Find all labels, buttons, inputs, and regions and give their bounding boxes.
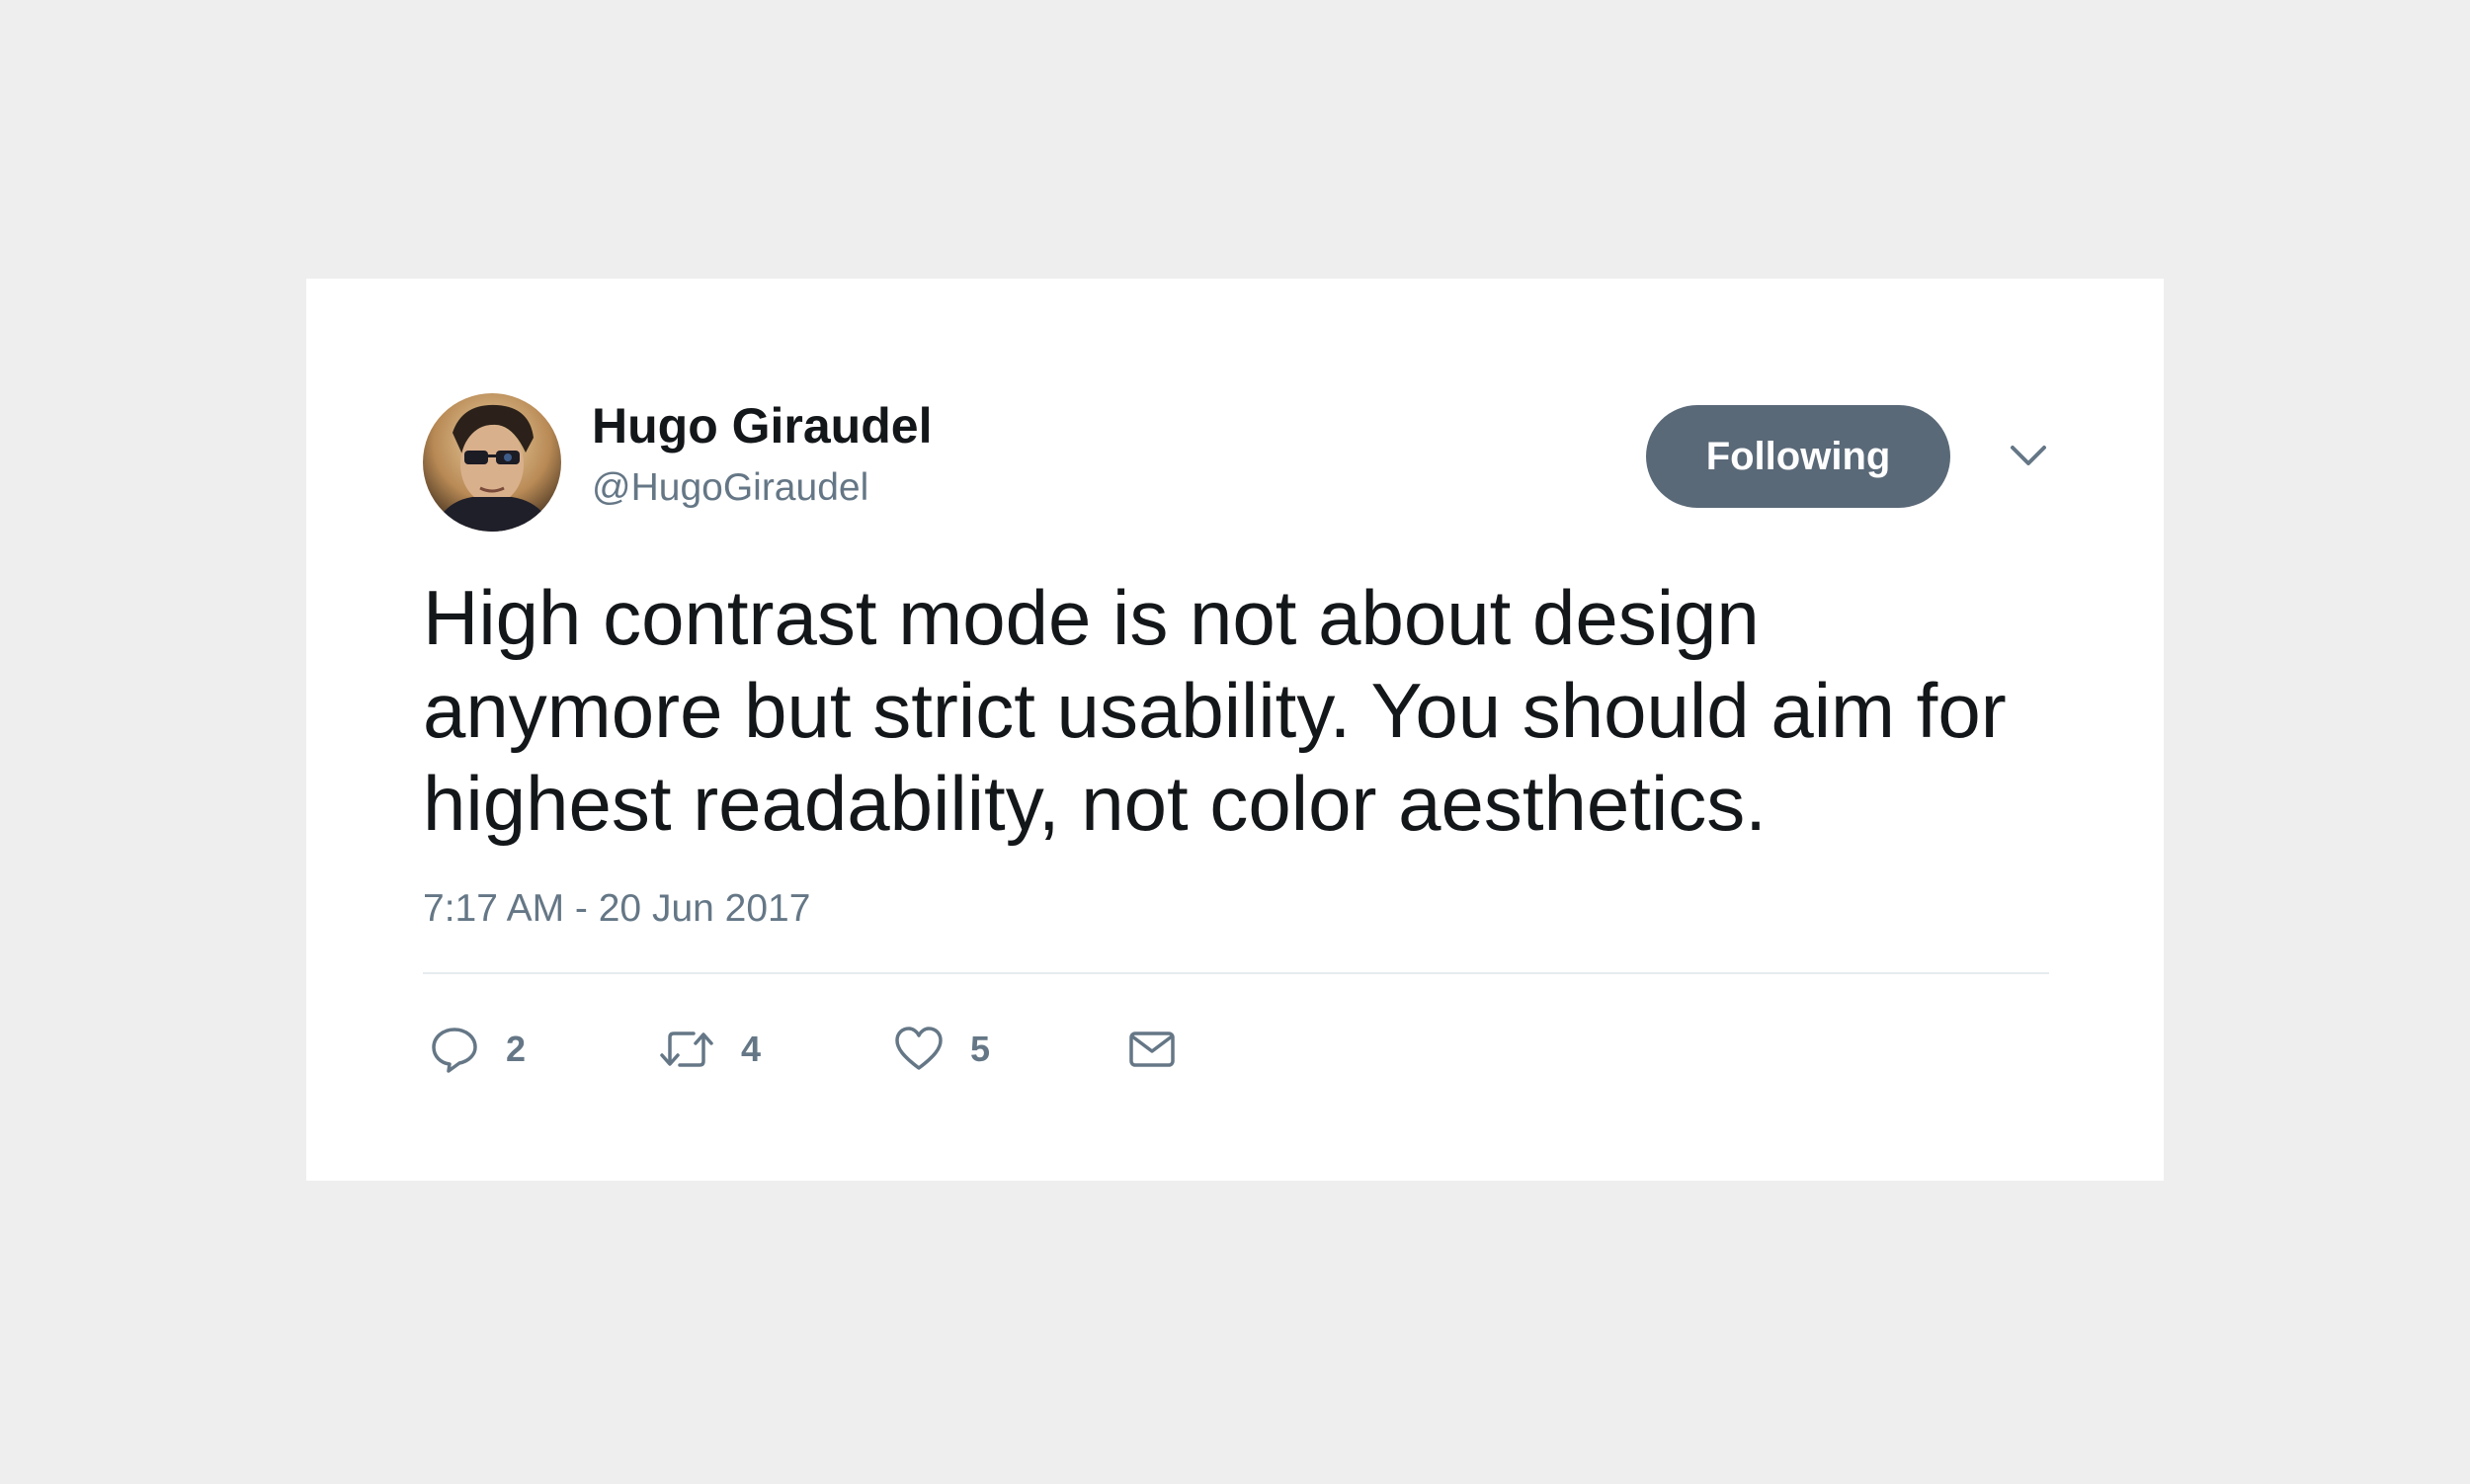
author-name[interactable]: Hugo Giraudel bbox=[592, 395, 932, 456]
like-count: 5 bbox=[970, 1029, 991, 1069]
author-handle[interactable]: @HugoGiraudel bbox=[592, 464, 868, 512]
tweet-timestamp[interactable]: 7:17 AM - 20 Jun 2017 bbox=[423, 885, 810, 933]
divider bbox=[423, 972, 2049, 974]
reply-button[interactable]: 2 bbox=[429, 1020, 526, 1079]
avatar-image bbox=[423, 393, 561, 532]
like-button[interactable]: 5 bbox=[893, 1020, 990, 1079]
following-button[interactable]: Following bbox=[1646, 405, 1950, 508]
tweet-card: Hugo Giraudel @HugoGiraudel Following Hi… bbox=[306, 279, 2164, 1181]
reply-icon bbox=[432, 1028, 477, 1073]
like-icon bbox=[895, 1027, 943, 1070]
retweet-count: 4 bbox=[741, 1029, 762, 1069]
tweet-header: Hugo Giraudel @HugoGiraudel Following bbox=[423, 393, 2049, 532]
avatar[interactable] bbox=[423, 393, 561, 532]
chevron-down-icon[interactable] bbox=[2008, 435, 2049, 476]
direct-message-icon bbox=[1129, 1031, 1175, 1067]
tweet-content: Hugo Giraudel @HugoGiraudel Following Hi… bbox=[423, 393, 2049, 1073]
reply-count: 2 bbox=[506, 1029, 527, 1069]
retweet-button[interactable]: 4 bbox=[658, 1020, 761, 1079]
retweet-icon bbox=[660, 1031, 713, 1067]
direct-message-button[interactable] bbox=[1126, 1020, 1178, 1079]
tweet-text: High contrast mode is not about design a… bbox=[423, 574, 2007, 847]
tweet-actions: 2 4 5 bbox=[423, 1020, 2049, 1079]
